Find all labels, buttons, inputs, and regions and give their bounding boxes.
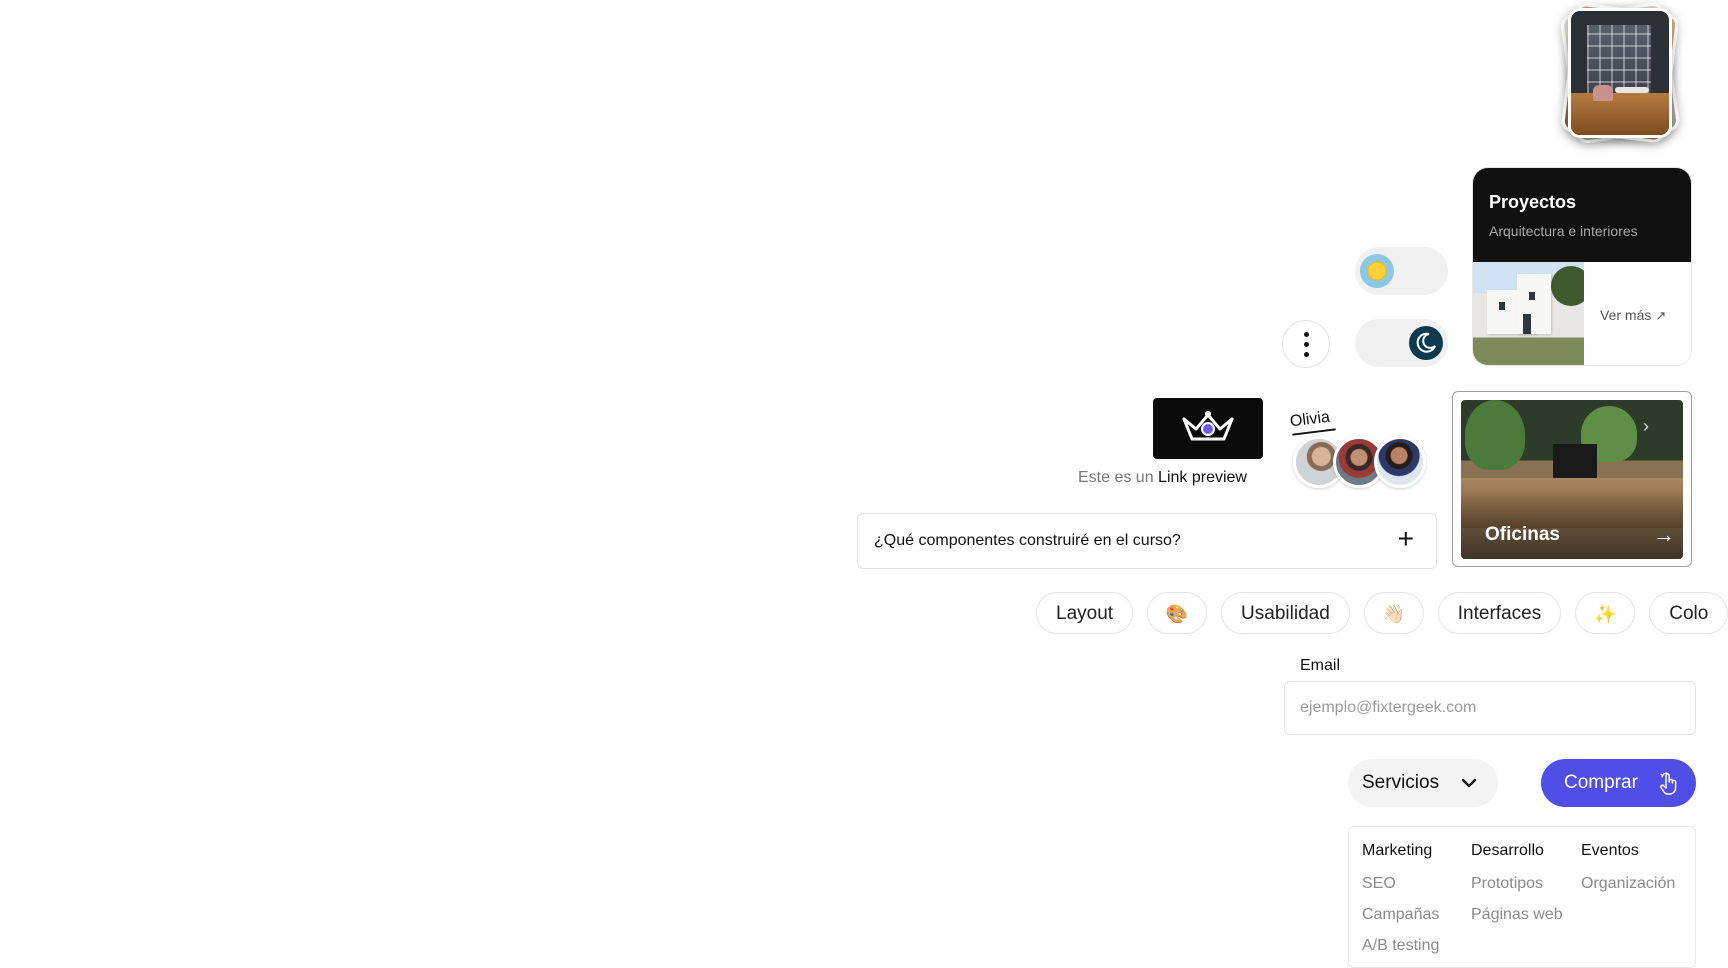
link-preview-thumbnail[interactable] [1153,398,1263,459]
offices-card[interactable]: › Oficinas → [1452,391,1692,567]
more-options-button[interactable] [1282,320,1330,368]
dark-theme-toggle[interactable] [1355,319,1448,367]
pointer-hand-icon [1660,772,1677,795]
hand-icon[interactable]: 👋🏻 [1363,592,1424,634]
see-more-label: Ver más [1600,307,1652,323]
email-field[interactable] [1284,681,1696,735]
tag-interfaces[interactable]: Interfaces [1437,592,1562,634]
services-menu: Marketing SEO Campañas A/B testing Desar… [1348,826,1696,968]
services-dropdown[interactable]: Servicios [1348,759,1498,807]
room-floor [1571,93,1669,135]
arrow-right-icon: → [1653,522,1675,547]
chevron-right-icon: › [1643,416,1649,436]
photo-card-front [1568,8,1672,138]
projects-card-header: Proyectos Arquitectura e interiores [1473,168,1691,262]
email-label: Email [1300,657,1341,674]
link-preview-prefix: Este es un [1078,469,1159,486]
link-preview-text: Este es un Link preview [1078,469,1247,487]
tag-usabilidad[interactable]: Usabilidad [1221,592,1350,634]
sun-icon [1360,254,1394,288]
menu-item[interactable]: A/B testing [1362,930,1439,961]
buy-button[interactable]: Comprar [1541,759,1696,807]
menu-column-desarrollo: Desarrollo Prototipos Páginas web [1471,837,1563,930]
projects-card-title: Proyectos [1489,192,1577,212]
menu-heading: Desarrollo [1471,842,1544,859]
faq-question-text: ¿Qué componentes construiré en el curso? [874,532,1181,549]
menu-item[interactable]: Prototipos [1471,868,1563,899]
crown-logo-icon [1182,411,1234,441]
see-more-link[interactable]: Ver más ↗ [1600,307,1666,324]
avatar-hover-label: Olivia [1289,408,1331,431]
light-theme-toggle[interactable] [1355,247,1448,295]
link-preview-link[interactable]: Link preview [1158,469,1247,486]
menu-column-marketing: Marketing SEO Campañas A/B testing [1362,837,1439,961]
menu-item[interactable]: SEO [1362,868,1439,899]
offices-card-label: Oficinas [1485,524,1560,545]
room-chair [1593,85,1613,101]
moon-icon [1409,326,1443,360]
faq-question[interactable]: ¿Qué componentes construiré en el curso?… [857,513,1437,569]
services-dropdown-label: Servicios [1362,772,1440,793]
menu-heading: Marketing [1362,842,1433,859]
projects-card-subtitle: Arquitectura e interiores [1489,223,1638,239]
sparkles-icon[interactable]: ✨ [1575,592,1636,634]
room-table [1615,87,1649,93]
menu-item[interactable]: Organización [1581,868,1675,899]
projects-card[interactable]: Proyectos Arquitectura e interiores Ver … [1472,167,1692,366]
projects-card-image [1473,262,1584,365]
buy-button-label: Comprar [1564,772,1638,793]
tag-layout[interactable]: Layout [1036,592,1134,634]
menu-item[interactable]: Páginas web [1471,899,1563,930]
plus-icon: + [1397,523,1414,554]
offices-card-image: › Oficinas → [1461,400,1683,559]
photo-stack[interactable] [1540,1,1690,146]
palette-icon[interactable]: 🎨 [1147,592,1208,634]
menu-item[interactable]: Campañas [1362,899,1439,930]
menu-heading: Eventos [1581,842,1639,859]
menu-column-eventos: Eventos Organización [1581,837,1675,899]
avatar[interactable] [1374,436,1426,488]
tag-list: Layout 🎨 Usabilidad 👋🏻 Interfaces ✨ Colo [1036,592,1728,636]
chevron-down-icon [1461,778,1477,788]
tag-colores[interactable]: Colo [1649,592,1728,634]
arrow-up-right-icon: ↗ [1655,308,1667,323]
